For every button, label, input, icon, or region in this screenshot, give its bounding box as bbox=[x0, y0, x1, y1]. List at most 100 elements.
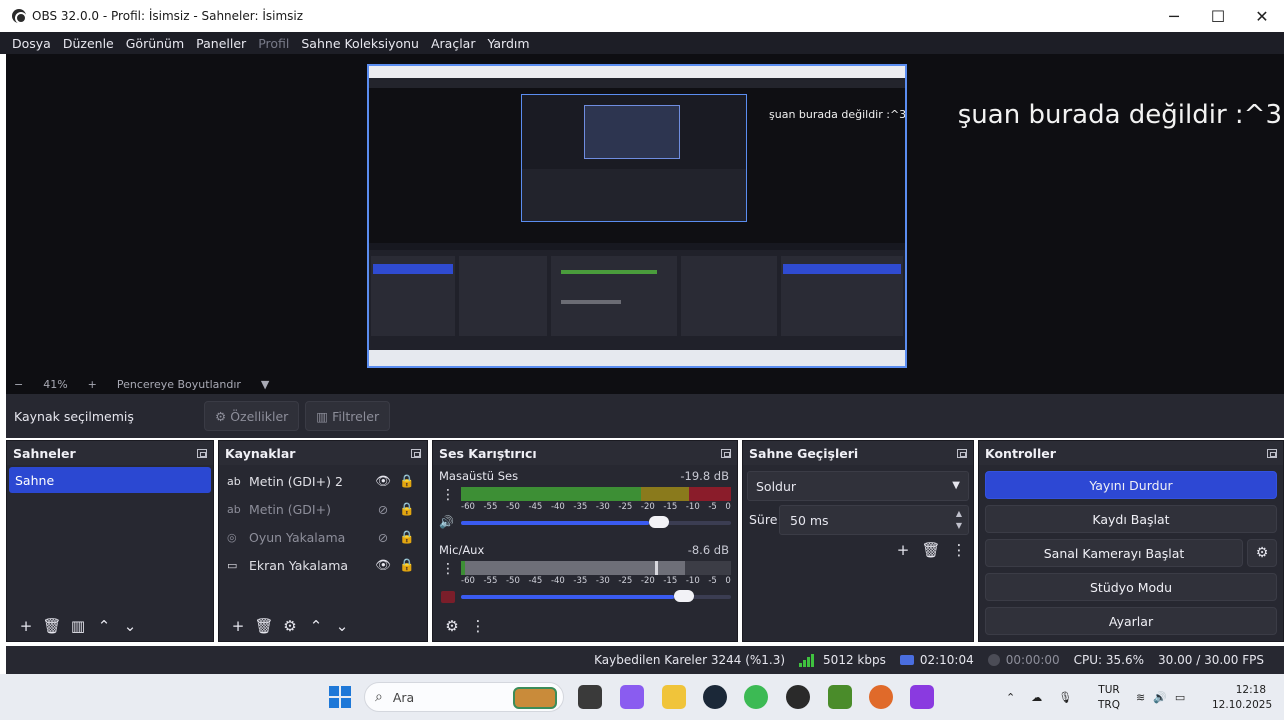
start-recording-button[interactable]: Kaydı Başlat bbox=[985, 505, 1277, 533]
lock-icon[interactable]: 🔒 bbox=[395, 529, 419, 545]
menu-profile[interactable]: Profil bbox=[252, 36, 295, 51]
transitions-title: Sahne Geçişleri bbox=[749, 445, 859, 461]
undock-icon[interactable] bbox=[411, 448, 421, 458]
volume-knob[interactable] bbox=[673, 590, 694, 602]
gear-icon[interactable]: ⚙ bbox=[277, 613, 303, 639]
language-code: TUR bbox=[1098, 684, 1120, 696]
chrome-icon[interactable] bbox=[744, 685, 768, 709]
taskbar-clock[interactable]: 12:18 12.10.2025 bbox=[1212, 683, 1272, 713]
menu-tools[interactable]: Araçlar bbox=[425, 36, 482, 51]
no-source-selected-label: Kaynak seçilmemiş bbox=[14, 408, 134, 424]
settings-button[interactable]: Ayarlar bbox=[985, 607, 1277, 635]
chevron-down-icon[interactable]: ⌄ bbox=[329, 613, 355, 639]
fit-to-window-label[interactable]: Pencereye Boyutlandır bbox=[117, 378, 241, 391]
chevron-up-icon[interactable]: ⌃ bbox=[91, 613, 117, 639]
chevron-up-icon[interactable]: ⌃ bbox=[1006, 691, 1015, 704]
eye-hidden-icon[interactable]: ⊘ bbox=[371, 530, 395, 545]
preview-overlay-text: şuan burada değildir :^3 bbox=[957, 100, 1282, 130]
menu-edit[interactable]: Düzenle bbox=[57, 36, 120, 51]
source-row[interactable]: ▭ Ekran Yakalama 👁 🔒 bbox=[219, 551, 427, 579]
close-button[interactable]: ✕ bbox=[1240, 0, 1284, 32]
scale-tick: -20 bbox=[640, 576, 655, 586]
filter-icon[interactable]: ▥ bbox=[65, 613, 91, 639]
browser-icon[interactable] bbox=[869, 685, 893, 709]
lock-icon[interactable]: 🔒 bbox=[395, 473, 419, 489]
add-icon[interactable]: + bbox=[889, 537, 917, 563]
steam-icon[interactable] bbox=[703, 685, 727, 709]
windows-start-icon[interactable] bbox=[329, 686, 351, 708]
undock-icon[interactable] bbox=[957, 448, 967, 458]
scale-tick: -50 bbox=[505, 576, 520, 586]
source-row[interactable]: ab Metin (GDI+) ⊘ 🔒 bbox=[219, 495, 427, 523]
chevron-down-icon[interactable]: ▼ bbox=[261, 378, 269, 391]
scale-tick: -10 bbox=[685, 502, 700, 512]
source-row[interactable]: ◎ Oyun Yakalama ⊘ 🔒 bbox=[219, 523, 427, 551]
scale-tick: -50 bbox=[505, 502, 520, 512]
battery-icon[interactable]: ▭ bbox=[1175, 691, 1185, 704]
menu-docks[interactable]: Paneller bbox=[190, 36, 252, 51]
spinner-icon[interactable]: ▲ ▼ bbox=[956, 508, 962, 532]
transitions-header: Sahne Geçişleri bbox=[743, 441, 973, 465]
stop-stream-button[interactable]: Yayını Durdur bbox=[985, 471, 1277, 499]
trash-icon[interactable]: 🗑 bbox=[917, 537, 945, 563]
trash-icon[interactable]: 🗑 bbox=[251, 613, 277, 639]
duration-input[interactable]: 50 ms ▲ ▼ bbox=[779, 505, 969, 535]
copilot-icon[interactable] bbox=[620, 685, 644, 709]
start-virtual-camera-button[interactable]: Sanal Kamerayı Başlat bbox=[985, 539, 1243, 567]
menu-help[interactable]: Yardım bbox=[481, 36, 535, 51]
lock-icon[interactable]: 🔒 bbox=[395, 501, 419, 517]
add-icon[interactable]: + bbox=[13, 613, 39, 639]
eye-icon[interactable]: 👁 bbox=[371, 473, 395, 489]
volume-slider[interactable] bbox=[461, 516, 731, 528]
undock-icon[interactable] bbox=[1267, 448, 1277, 458]
microphone-icon[interactable]: 🎙 bbox=[1058, 691, 1072, 704]
properties-label: Özellikler bbox=[230, 408, 289, 424]
eye-icon[interactable]: 👁 bbox=[371, 557, 395, 573]
zoom-out-button[interactable]: − bbox=[14, 378, 23, 391]
gear-icon[interactable]: ⚙ bbox=[1247, 539, 1277, 567]
app-icon[interactable] bbox=[828, 685, 852, 709]
kebab-menu-icon[interactable]: ⋮ bbox=[439, 561, 457, 577]
task-view-icon[interactable] bbox=[578, 685, 602, 709]
file-explorer-icon[interactable] bbox=[662, 685, 686, 709]
mixer-title: Ses Karıştırıcı bbox=[439, 445, 537, 461]
menu-file[interactable]: Dosya bbox=[6, 36, 57, 51]
volume-knob[interactable] bbox=[648, 516, 669, 528]
search-icon: ⌕ bbox=[375, 689, 383, 705]
properties-button[interactable]: ⚙ Özellikler bbox=[204, 401, 300, 431]
scale-tick: -5 bbox=[708, 576, 717, 586]
trash-icon[interactable]: 🗑 bbox=[39, 613, 65, 639]
menu-scene-collection[interactable]: Sahne Koleksiyonu bbox=[295, 36, 425, 51]
video-editor-icon[interactable] bbox=[910, 685, 934, 709]
kebab-menu-icon[interactable]: ⋮ bbox=[465, 613, 491, 639]
eye-hidden-icon[interactable]: ⊘ bbox=[371, 502, 395, 517]
menu-view[interactable]: Görünüm bbox=[120, 36, 190, 51]
add-icon[interactable]: + bbox=[225, 613, 251, 639]
chevron-up-icon[interactable]: ⌃ bbox=[303, 613, 329, 639]
undock-icon[interactable] bbox=[721, 448, 731, 458]
lock-icon[interactable]: 🔒 bbox=[395, 557, 419, 573]
undock-icon[interactable] bbox=[197, 448, 207, 458]
kebab-menu-icon[interactable]: ⋮ bbox=[945, 537, 973, 563]
volume-slider[interactable] bbox=[461, 590, 731, 602]
input-language[interactable]: TUR TRQ bbox=[1097, 683, 1121, 713]
volume-icon[interactable]: 🔊 bbox=[1153, 691, 1167, 704]
chevron-down-icon[interactable]: ⌄ bbox=[117, 613, 143, 639]
obs-icon[interactable] bbox=[786, 685, 810, 709]
scene-item[interactable]: Sahne bbox=[9, 467, 211, 493]
studio-mode-button[interactable]: Stüdyo Modu bbox=[985, 573, 1277, 601]
advanced-audio-icon[interactable]: ⚙ bbox=[439, 613, 465, 639]
minimize-button[interactable]: ─ bbox=[1152, 0, 1196, 32]
transition-select[interactable]: Soldur ▼ bbox=[747, 471, 969, 501]
source-row[interactable]: ab Metin (GDI+) 2 👁 🔒 bbox=[219, 467, 427, 495]
maximize-button[interactable]: ☐ bbox=[1196, 0, 1240, 32]
speaker-icon[interactable]: 🔊 bbox=[439, 515, 457, 529]
cloud-icon[interactable]: ☁ bbox=[1031, 691, 1042, 704]
mic-muted-icon[interactable] bbox=[441, 591, 455, 603]
wifi-icon[interactable]: ≋ bbox=[1136, 691, 1145, 704]
transition-value: Soldur bbox=[756, 478, 797, 494]
kebab-menu-icon[interactable]: ⋮ bbox=[439, 487, 457, 503]
filters-button[interactable]: ▥ Filtreler bbox=[305, 401, 391, 431]
zoom-in-button[interactable]: + bbox=[88, 378, 97, 391]
taskbar-search[interactable]: ⌕ Ara bbox=[364, 682, 564, 712]
